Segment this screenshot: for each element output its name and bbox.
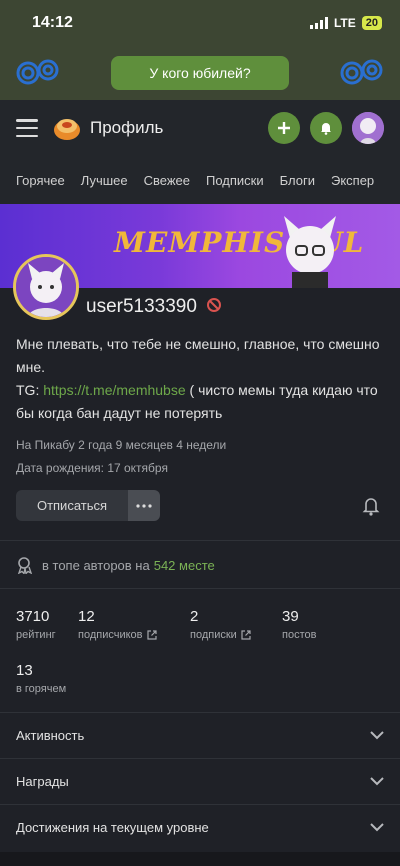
tab-hot[interactable]: Горячее [16,173,65,188]
section-label: Награды [16,774,69,789]
bio-text: Мне плевать, что тебе не смешно, главное… [16,336,380,375]
stat-label: рейтинг [16,629,56,641]
ban-icon [207,298,221,312]
profile-avatar[interactable] [13,254,79,320]
stat-value: 3710 [16,608,50,625]
system-nav-bar [0,852,400,866]
cover-character-image [284,216,336,288]
stat-label: подписчиков [78,629,143,641]
rank-prefix: в топе авторов на [42,557,150,573]
notifications-button[interactable] [310,112,342,144]
chevron-down-icon [370,731,384,740]
divider [0,588,400,589]
stat-label: постов [282,629,317,641]
feed-tabs: Горячее Лучшее Свежее Подписки Блоги Экс… [0,156,400,204]
stat-label: в горячем [16,683,67,695]
on-site-duration: На Пикабу 2 года 9 месяцев 4 недели [16,438,227,452]
section-awards[interactable]: Награды [0,758,400,804]
award-icon [17,557,32,574]
stat-subscriptions[interactable]: 2 подписки [190,608,251,641]
author-rank: в топе авторов на 542 месте [16,556,215,574]
tab-experts[interactable]: Экспер [331,173,374,188]
external-link-icon [241,630,251,640]
pikabu-logo-icon[interactable] [52,113,82,143]
user-avatar[interactable] [352,112,384,144]
stat-subscribers[interactable]: 12 подписчиков [78,608,157,641]
section-label: Достижения на текущем уровне [16,820,209,835]
stat-value: 12 [78,608,95,625]
decoration-icon [340,59,383,85]
tab-best[interactable]: Лучшее [81,173,128,188]
stat-value: 13 [16,662,33,679]
dots-icon [136,503,152,508]
divider [0,540,400,541]
bell-icon[interactable] [362,496,380,516]
add-post-button[interactable] [268,112,300,144]
stat-value: 2 [190,608,199,625]
profile-username: user5133390 [86,296,197,317]
stat-rating: 3710 рейтинг [16,608,56,641]
menu-icon[interactable] [16,119,38,137]
chevron-down-icon [370,777,384,786]
stat-hot: 13 в горячем [16,662,66,695]
tab-subscriptions[interactable]: Подписки [206,173,264,188]
signal-icon [309,17,328,29]
plus-icon [278,122,290,134]
status-time: 14:12 [32,14,73,31]
anniversary-button[interactable]: У кого юбилей? [111,56,289,90]
external-link-icon [146,630,157,640]
section-activity[interactable]: Активность [0,712,400,758]
page-title: Профиль [90,118,164,137]
bell-icon [321,123,331,135]
profile-bio: Мне плевать, что тебе не смешно, главное… [16,333,384,425]
network-label: LTE [333,16,356,30]
promo-banner: У кого юбилей? [0,46,400,100]
status-bar: 14:12 LTE 20 [0,0,400,46]
top-app-bar: Профиль [0,100,400,156]
section-label: Активность [16,728,85,743]
rank-place[interactable]: 542 месте [154,558,215,573]
stat-label: подписки [190,629,237,641]
status-indicators: LTE 20 [309,16,382,30]
telegram-link[interactable]: https://t.me/memhubse [43,382,185,398]
more-options-button[interactable] [128,490,160,521]
tab-blogs[interactable]: Блоги [280,173,315,188]
stat-value: 39 [282,608,299,625]
unsubscribe-button[interactable]: Отписаться [16,490,128,521]
decoration-icon [16,59,59,85]
birthday: Дата рождения: 17 октября [16,461,168,475]
battery-icon: 20 [361,16,382,30]
tab-fresh[interactable]: Свежее [144,173,190,188]
bio-tg-prefix: TG: [16,382,44,398]
section-achievements[interactable]: Достижения на текущем уровне [0,804,400,850]
chevron-down-icon [370,823,384,832]
stat-posts: 39 постов [282,608,316,641]
